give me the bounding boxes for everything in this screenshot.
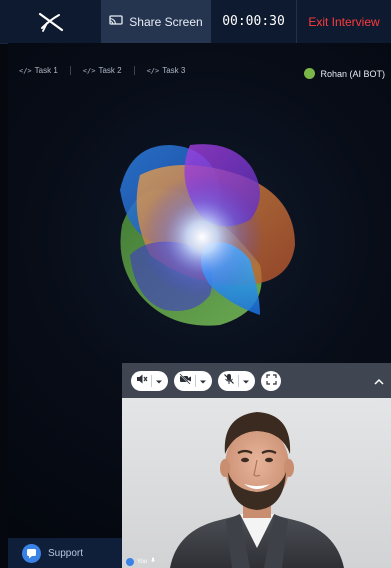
share-screen-button[interactable]: Share Screen xyxy=(101,0,211,43)
share-screen-label: Share Screen xyxy=(129,14,203,29)
code-icon: </> xyxy=(146,66,160,75)
top-bar: Share Screen 00:00:30 Exit Interview xyxy=(0,0,391,44)
exit-interview-button[interactable]: Exit Interview xyxy=(297,0,391,43)
user-portrait-image xyxy=(170,412,344,568)
microphone-icon xyxy=(150,557,156,566)
microphone-muted-icon xyxy=(223,372,235,390)
task-tab-3[interactable]: </> Task 3 xyxy=(133,66,198,75)
chevron-up-icon[interactable] xyxy=(374,372,384,390)
interview-timer: 00:00:30 xyxy=(211,0,297,43)
bot-name: Rohan (AI BOT) xyxy=(320,68,385,79)
speaker-muted-icon xyxy=(136,372,148,390)
bot-indicator: Rohan (AI BOT) xyxy=(304,68,385,79)
task-tabs: </> Task 1 </> Task 2 </> Task 3 xyxy=(16,66,197,75)
screen-share-icon xyxy=(109,14,123,29)
divider xyxy=(238,374,239,387)
camera-toggle[interactable] xyxy=(174,370,212,391)
task-label: Task 3 xyxy=(162,66,186,75)
bot-status-dot xyxy=(304,68,316,79)
code-icon: </> xyxy=(19,66,32,75)
fullscreen-button[interactable] xyxy=(261,370,281,391)
chevron-down-icon[interactable] xyxy=(155,372,163,390)
camera-feed: You xyxy=(122,398,391,568)
chevron-down-icon[interactable] xyxy=(242,372,250,390)
plane-logo-icon xyxy=(0,0,101,43)
support-label: Support xyxy=(48,547,84,559)
task-tab-1[interactable]: </> Task 1 xyxy=(16,66,70,75)
self-label: You xyxy=(126,557,156,566)
code-icon: </> xyxy=(82,66,96,75)
task-tab-2[interactable]: </> Task 2 xyxy=(69,66,134,75)
camera-off-icon xyxy=(179,372,192,390)
speaker-toggle[interactable] xyxy=(131,370,168,391)
media-controls xyxy=(122,363,391,398)
you-label: You xyxy=(137,558,148,565)
ai-orb-visual xyxy=(120,144,295,326)
self-video-panel: You xyxy=(122,363,391,568)
user-badge-icon xyxy=(126,557,134,566)
task-label: Task 1 xyxy=(34,66,58,75)
chevron-down-icon[interactable] xyxy=(199,372,207,390)
fullscreen-icon xyxy=(265,372,277,390)
microphone-toggle[interactable] xyxy=(218,370,255,391)
task-label: Task 2 xyxy=(98,66,122,75)
chat-icon xyxy=(22,543,41,563)
divider xyxy=(151,374,152,387)
support-button[interactable]: Support xyxy=(8,538,122,568)
divider xyxy=(195,374,196,387)
